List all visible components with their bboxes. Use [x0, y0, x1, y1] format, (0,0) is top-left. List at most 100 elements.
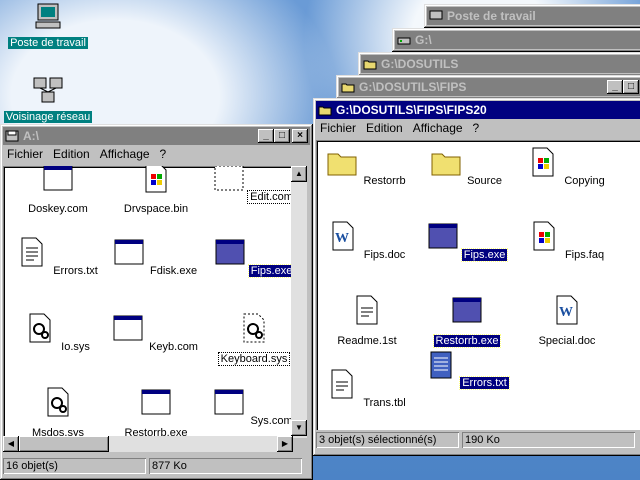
file-item[interactable]: Restorrb.exe — [111, 386, 201, 438]
file-item[interactable]: Fdisk.exe — [111, 236, 201, 277]
status-size: 877 Ko — [149, 458, 302, 474]
file-name: Source — [467, 175, 502, 187]
system-file-icon — [29, 313, 51, 343]
word-document-icon: W — [332, 221, 354, 251]
file-name: Fips.faq — [564, 249, 605, 261]
application-icon — [141, 389, 171, 415]
menu-edition[interactable]: Edition — [366, 121, 403, 135]
menu-help[interactable]: ? — [160, 147, 167, 161]
window-title: G:\ — [415, 33, 432, 47]
desktop-icon-my-computer[interactable]: Poste de travail — [0, 2, 98, 49]
folder-open-icon — [318, 106, 332, 116]
menu-help[interactable]: ? — [473, 121, 480, 135]
file-name: Io.sys — [61, 341, 90, 353]
application-icon — [214, 166, 244, 191]
window-dosutils[interactable]: G:\DOSUTILS — [358, 52, 640, 76]
window-title: G:\DOSUTILS\FIPS — [359, 80, 467, 94]
scroll-down-arrow[interactable]: ▼ — [291, 420, 307, 436]
menu-bar: Fichier Edition Affichage ? — [3, 145, 310, 163]
file-item-selected[interactable]: Fips.exe — [209, 236, 293, 278]
folder-icon — [341, 83, 355, 93]
window-titlebar[interactable]: G:\ — [395, 31, 640, 49]
maximize-button[interactable]: □ — [274, 129, 290, 143]
folder-icon — [363, 60, 377, 70]
file-item-selected[interactable]: Restorrb.exe — [422, 294, 512, 348]
window-titlebar[interactable]: Poste de travail — [427, 7, 640, 25]
vertical-scrollbar[interactable]: ▲ ▼ — [291, 166, 307, 438]
desktop-icon-network[interactable]: Voisinage réseau — [0, 76, 98, 123]
window-fips[interactable]: G:\DOSUTILS\FIPS _ □ — [336, 75, 640, 99]
file-item[interactable]: Keyboard.sys — [209, 312, 293, 366]
window-title: A:\ — [23, 129, 39, 143]
network-icon — [33, 77, 63, 103]
menu-fichier[interactable]: Fichier — [7, 147, 43, 161]
file-item[interactable]: Errors.txt — [13, 236, 103, 277]
file-item[interactable]: Sys.com — [209, 386, 293, 427]
desktop-icon-label: Voisinage réseau — [3, 111, 93, 123]
file-item[interactable]: Trans.tbl — [322, 368, 412, 409]
file-name: Restorrb — [363, 175, 406, 187]
minimize-button[interactable]: _ — [258, 129, 274, 143]
window-drive-a[interactable]: A:\ _ □ × Fichier Edition Affichage ? Do… — [0, 124, 313, 480]
close-button[interactable]: × — [292, 129, 308, 143]
file-name: Sys.com — [250, 415, 293, 427]
scroll-thumb[interactable] — [19, 436, 109, 452]
file-item[interactable]: Doskey.com — [13, 166, 103, 215]
status-bar: 16 objet(s) 877 Ko — [3, 458, 305, 476]
window-title: Poste de travail — [447, 9, 536, 23]
file-name: Keyboard.sys — [217, 352, 291, 366]
file-item-selected[interactable]: Errors.txt — [422, 348, 512, 390]
status-bar: 3 objet(s) sélectionné(s) 190 Ko — [316, 432, 638, 450]
scroll-right-arrow[interactable]: ▶ — [277, 436, 293, 452]
file-name: Special.doc — [538, 335, 596, 347]
window-titlebar[interactable]: G:\DOSUTILS\FIPS\FIPS20 — [316, 101, 640, 119]
file-item[interactable]: Source — [422, 146, 512, 187]
file-item[interactable]: Restorrb — [322, 146, 412, 187]
window-titlebar[interactable]: G:\DOSUTILS — [361, 55, 640, 73]
window-drive-g[interactable]: G:\ — [392, 28, 640, 52]
window-titlebar[interactable]: A:\ _ □ × — [3, 127, 310, 145]
application-icon — [428, 223, 458, 249]
file-view[interactable]: Doskey.com Drvspace.bin Edit.com Errors.… — [3, 166, 293, 438]
system-file-icon — [47, 387, 69, 417]
horizontal-scrollbar[interactable]: ◀ ▶ — [3, 436, 293, 452]
file-item[interactable]: Keyb.com — [111, 312, 201, 353]
window-titlebar[interactable]: G:\DOSUTILS\FIPS _ □ — [339, 78, 640, 96]
file-item[interactable]: W Fips.doc — [322, 220, 412, 261]
scroll-left-arrow[interactable]: ◀ — [3, 436, 19, 452]
status-selected: 3 objet(s) sélectionné(s) — [316, 432, 459, 448]
file-item[interactable]: Copying — [522, 146, 612, 187]
windows-file-icon — [533, 221, 555, 251]
menu-edition[interactable]: Edition — [53, 147, 90, 161]
minimize-button[interactable]: _ — [607, 80, 623, 94]
file-item[interactable]: W Special.doc — [522, 294, 612, 347]
scroll-track[interactable] — [291, 182, 307, 420]
window-my-computer[interactable]: Poste de travail — [424, 4, 640, 28]
file-view[interactable]: Restorrb Source Copying W Fips.doc Fips.… — [316, 140, 640, 430]
file-name: Doskey.com — [28, 203, 88, 215]
window-fips20[interactable]: G:\DOSUTILS\FIPS\FIPS20 Fichier Edition … — [313, 98, 640, 456]
window-title: G:\DOSUTILS — [381, 57, 459, 71]
svg-text:W: W — [559, 305, 573, 320]
file-item[interactable]: Edit.com — [209, 166, 293, 204]
text-file-icon — [356, 295, 378, 325]
file-item[interactable]: Msdos.sys — [13, 386, 103, 438]
scroll-up-arrow[interactable]: ▲ — [291, 166, 307, 182]
desktop-icon-label: Poste de travail — [8, 37, 88, 49]
file-name: Fdisk.exe — [149, 265, 198, 277]
maximize-button[interactable]: □ — [623, 80, 639, 94]
scroll-track[interactable] — [109, 436, 277, 452]
drive-icon — [397, 37, 411, 45]
file-item[interactable]: Readme.1st — [322, 294, 412, 347]
folder-icon — [431, 153, 461, 176]
menu-fichier[interactable]: Fichier — [320, 121, 356, 135]
menu-affichage[interactable]: Affichage — [100, 147, 150, 161]
file-item[interactable]: Io.sys — [13, 312, 103, 353]
application-icon — [452, 297, 482, 323]
file-item-selected[interactable]: Fips.exe — [422, 220, 512, 262]
application-icon — [215, 239, 245, 265]
file-item[interactable]: Fips.faq — [522, 220, 612, 261]
file-item[interactable]: Drvspace.bin — [111, 166, 201, 215]
menu-affichage[interactable]: Affichage — [413, 121, 463, 135]
windows-file-icon — [532, 147, 554, 177]
